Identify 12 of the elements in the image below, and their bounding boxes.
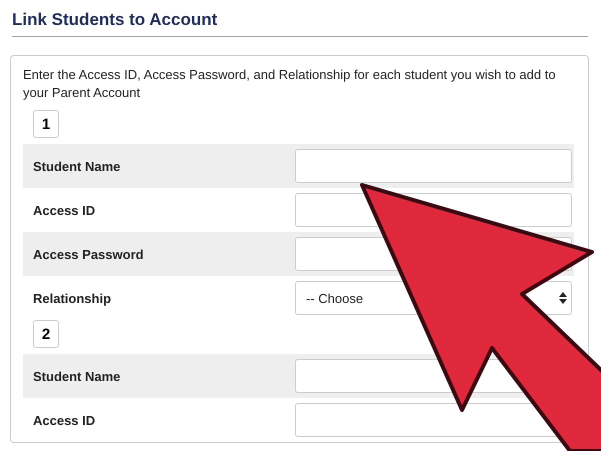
student-number: 1 — [33, 110, 59, 138]
field-label: Access ID — [33, 412, 96, 428]
field-label: Access ID — [33, 202, 96, 218]
sort-arrows-icon — [559, 292, 567, 304]
page-title: Link Students to Account — [12, 10, 588, 37]
field-label: Access Password — [33, 246, 145, 262]
input-field[interactable] — [295, 149, 572, 183]
student-number: 2 — [33, 320, 59, 348]
field-label: Relationship — [33, 290, 112, 306]
field-label: Student Name — [33, 158, 122, 174]
instructions-text: Enter the Access ID, Access Password, and Relationship for each student you wish to add to your Parent Account — [23, 66, 557, 102]
field-label: Student Name — [33, 368, 122, 384]
